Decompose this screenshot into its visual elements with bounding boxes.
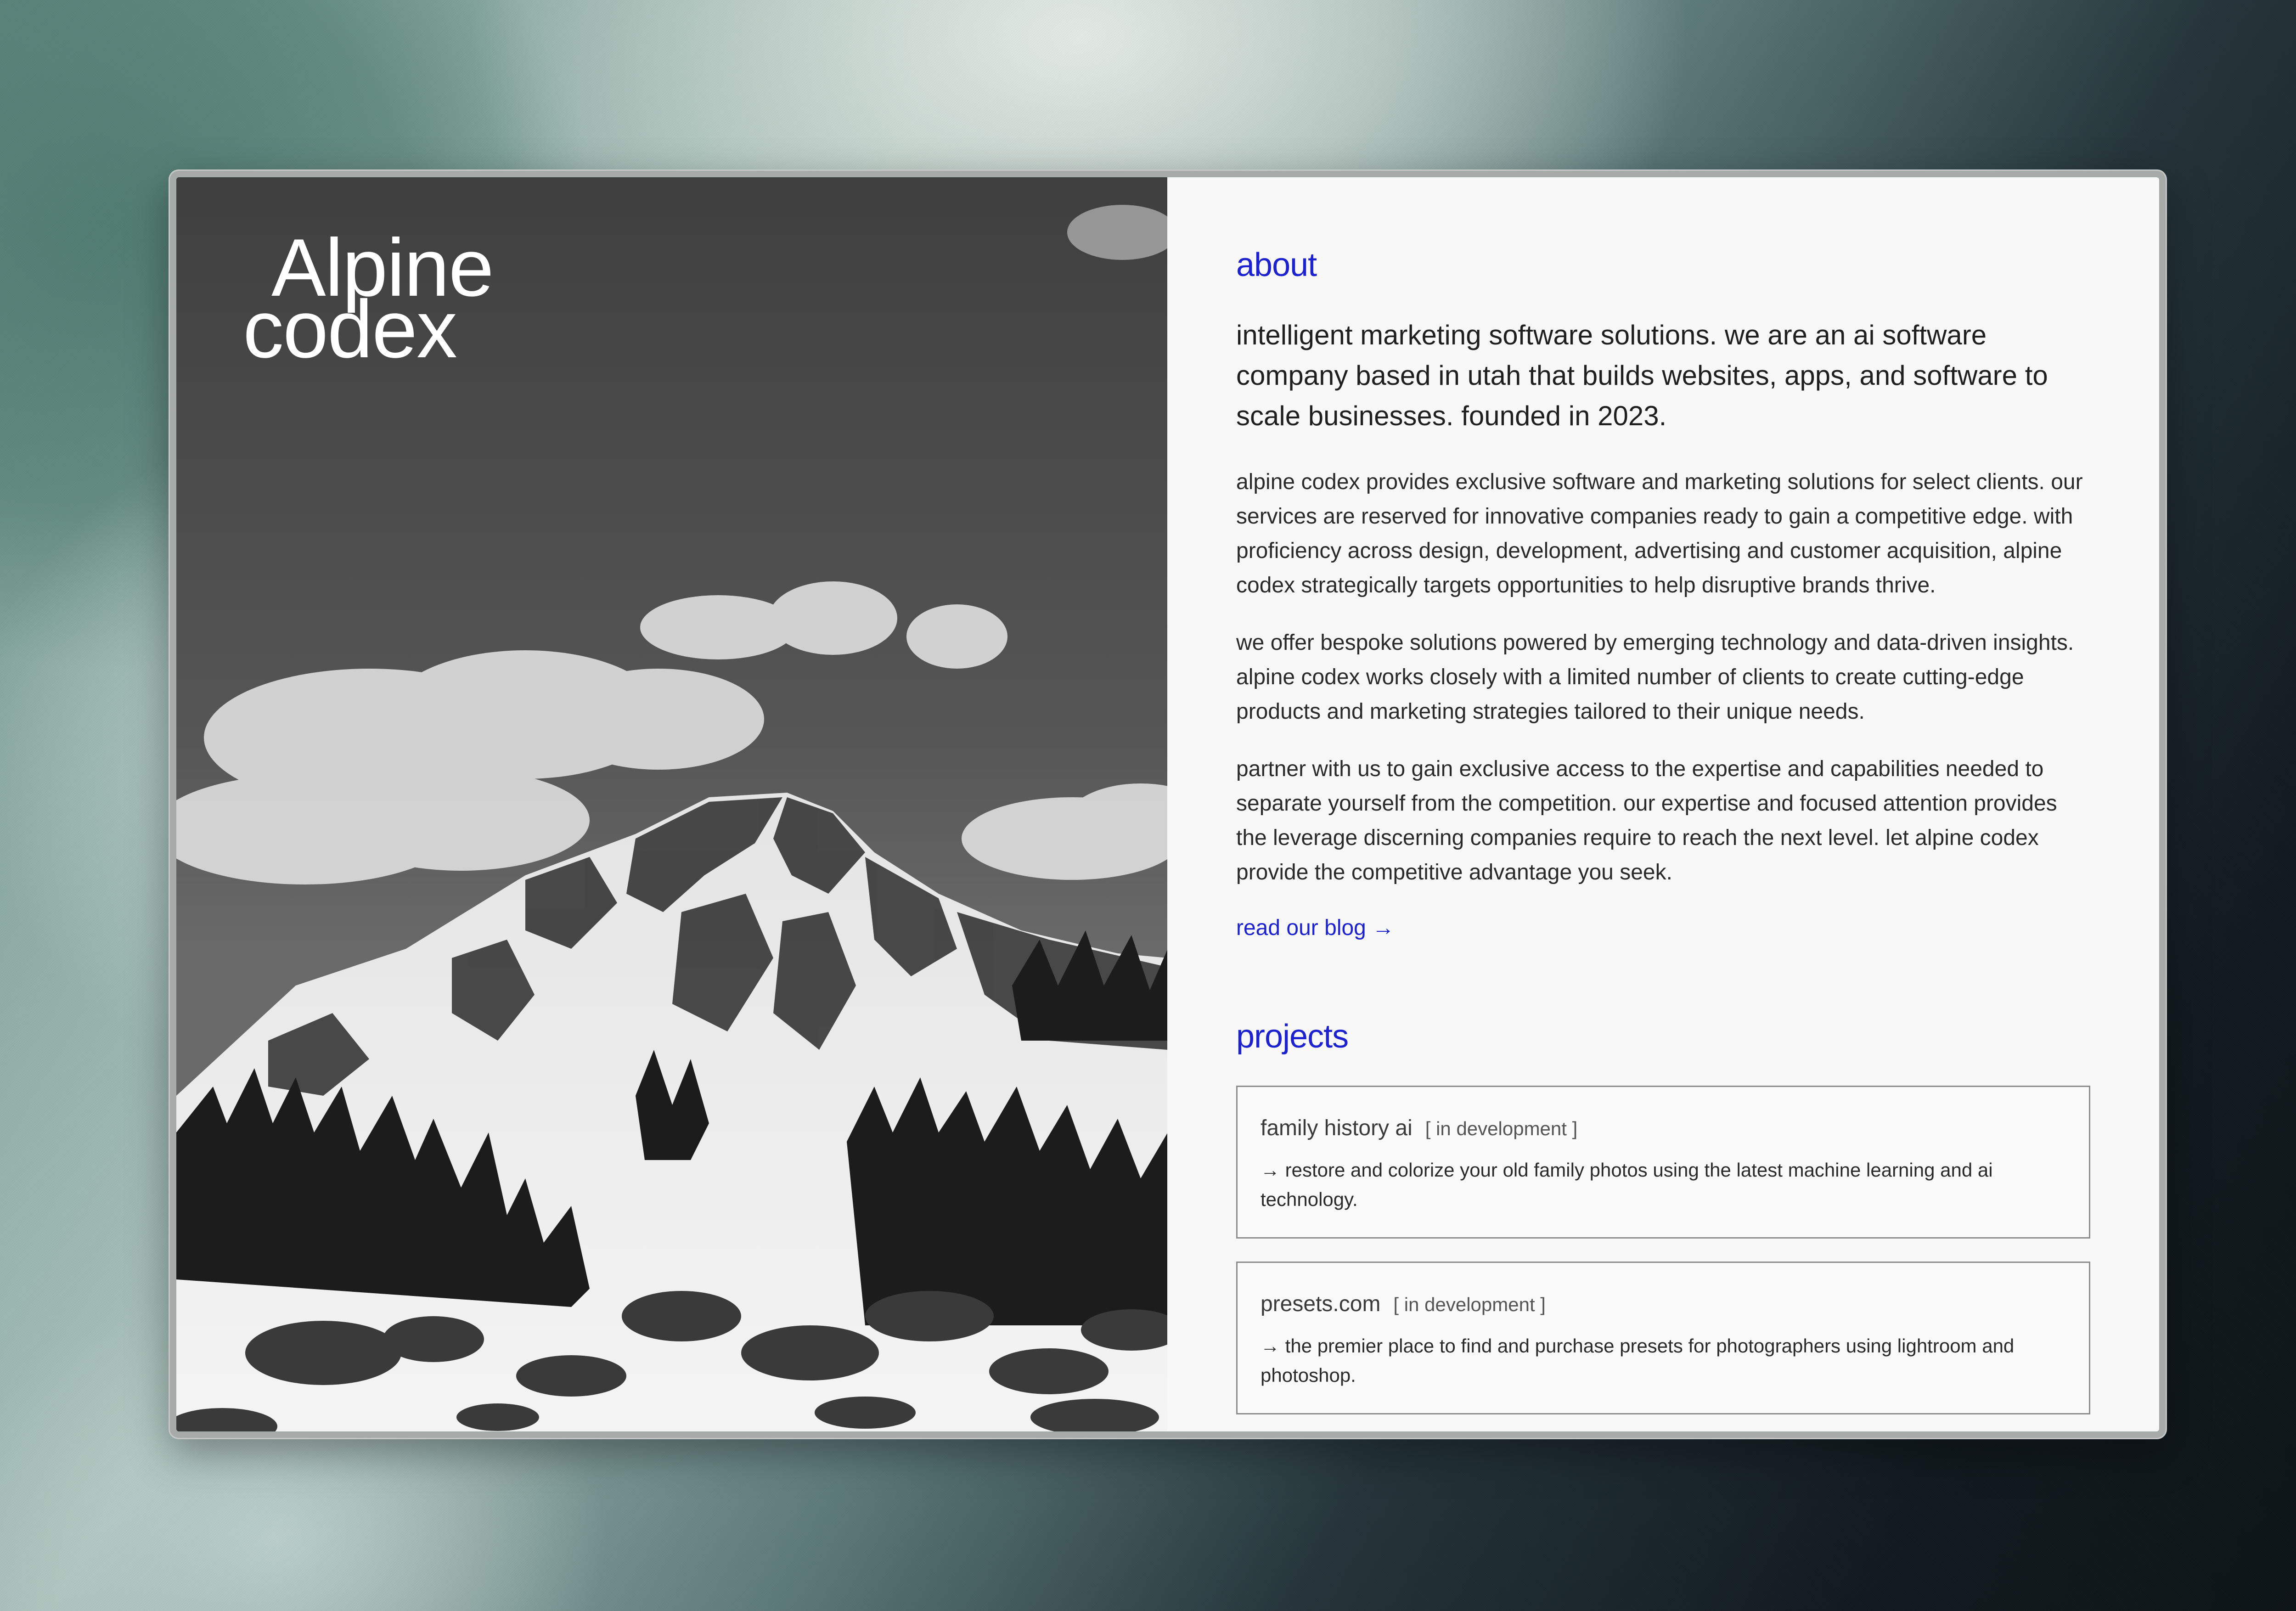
project-card-presets[interactable]: presets.com [ in development ] → the pre… [1236,1262,2090,1414]
website-window: Alpine codex about intelligent marketing… [169,169,2167,1439]
about-paragraph-2: we offer bespoke solutions powered by em… [1236,631,2074,724]
project-card-family-history-ai[interactable]: family history ai [ in development ] → r… [1236,1086,2090,1239]
project-name: presets.com [1261,1292,1381,1316]
project-description: → restore and colorize your old family p… [1261,1159,1993,1210]
brand-logo[interactable]: Alpine codex [243,227,494,375]
project-status-badge: [ in development ] [1393,1294,1546,1315]
project-description: → the premier place to find and purchase… [1261,1335,2015,1386]
content-panel: about intelligent marketing software sol… [1167,177,2159,1431]
about-lead: intelligent marketing software solutions… [1236,320,2048,431]
about-paragraph-1: alpine codex provides exclusive software… [1236,470,2083,597]
window-content: Alpine codex about intelligent marketing… [176,177,2159,1431]
hero-image-panel: Alpine codex [176,177,1167,1431]
brand-logo-line2: codex [243,283,457,375]
project-status-badge: [ in development ] [1425,1118,1578,1139]
projects-heading: projects [1236,1018,1349,1055]
about-paragraph-3: partner with us to gain exclusive access… [1236,757,2057,884]
project-header: presets.com [ in development ] [1261,1291,2066,1317]
about-heading: about [1236,247,1317,283]
project-name: family history ai [1261,1116,1412,1140]
project-header: family history ai [ in development ] [1261,1115,2066,1141]
read-blog-link[interactable]: read our blog → [1236,915,1394,941]
